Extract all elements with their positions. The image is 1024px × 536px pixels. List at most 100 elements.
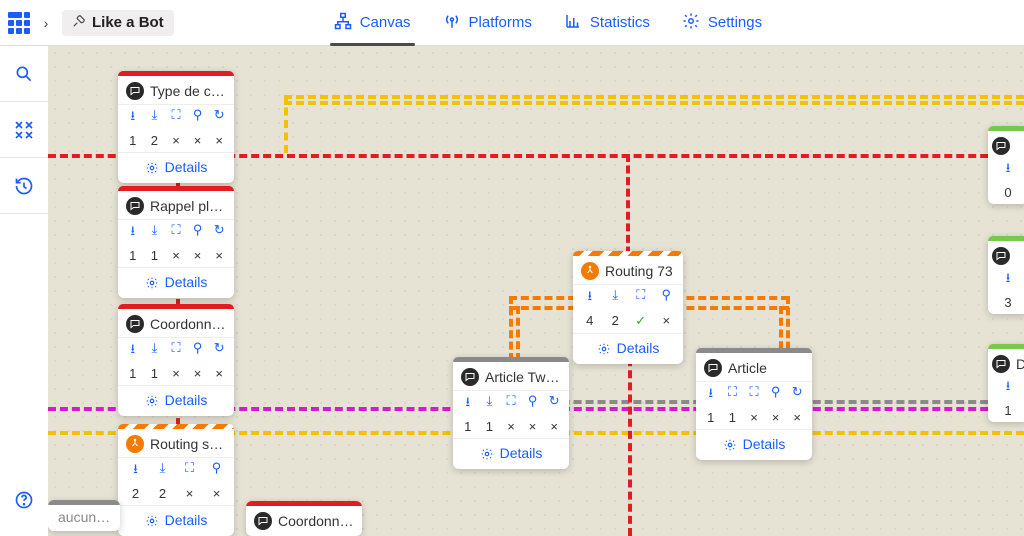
node-coordonnees-2[interactable]: Coordonnées… — [246, 501, 362, 536]
val: × — [743, 410, 765, 425]
tools-icon — [72, 14, 86, 32]
gear-icon — [145, 159, 159, 175]
download-icon: ⭳ — [122, 107, 144, 129]
download-icon: ⭳ — [992, 159, 1024, 181]
val: 1 — [144, 366, 166, 381]
wire — [284, 95, 1024, 99]
node-titlebar — [988, 241, 1024, 267]
val: × — [165, 248, 187, 263]
expand-icon: ⛶ — [500, 393, 522, 415]
node-value-row: 1 — [988, 401, 1024, 422]
rail-history-button[interactable] — [0, 158, 48, 214]
node-details-button[interactable]: Details — [696, 430, 812, 460]
link-icon: ⚲ — [187, 107, 209, 129]
download-icon: ⭳ — [700, 384, 722, 406]
anchor-icon: ⤓ — [479, 393, 501, 415]
node-stripe — [48, 500, 120, 505]
header: › Like a Bot Canvas Platforms Statistics… — [0, 0, 1024, 46]
node-details-button[interactable]: Details — [573, 334, 683, 364]
node-value-row: 0 — [988, 183, 1024, 204]
val: 1 — [457, 419, 479, 434]
val: × — [203, 486, 230, 501]
anchor-icon: ⤓ — [149, 460, 176, 482]
node-details-button[interactable]: Details — [118, 268, 234, 298]
val: 3 — [992, 295, 1024, 310]
node-value-row: 1 1 × × × — [696, 408, 812, 429]
node-title: Coordonnée … — [150, 316, 226, 332]
node-article-twitter[interactable]: Article Twitter ⭳⤓⛶⚲↻ 1 1 × × × Details — [453, 357, 569, 469]
node-icon-row: ⭳⤓⛶⚲↻ — [118, 220, 234, 246]
gear-icon — [145, 512, 159, 528]
node-routing-saisi[interactable]: Routing saisi… ⭳⤓⛶⚲ 2 2 × × Details — [118, 424, 234, 536]
node-value-row: 1 1 × × × — [453, 417, 569, 438]
canvas[interactable]: Type de cont… ⭳ ⤓ ⛶ ⚲ ↻ 1 2 × × × Detail… — [48, 46, 1024, 536]
tab-platforms[interactable]: Platforms — [443, 0, 532, 46]
node-value-row: 1 1 × × × — [118, 364, 234, 385]
val: 2 — [144, 133, 166, 148]
val: × — [165, 366, 187, 381]
wire — [626, 154, 630, 266]
node-titlebar: Rappel plus t… — [118, 191, 234, 219]
refresh-icon: ↻ — [786, 384, 808, 406]
node-icon-row: ⭳⤓⛶⚲ — [118, 458, 234, 484]
node-details-button[interactable]: Details — [118, 153, 234, 183]
tab-canvas[interactable]: Canvas — [334, 0, 411, 46]
sitemap-icon — [334, 12, 352, 34]
node-edge-1[interactable]: ⭳ 0 — [988, 126, 1024, 204]
message-icon — [126, 82, 144, 100]
tab-settings[interactable]: Settings — [682, 0, 762, 46]
app-logo[interactable] — [8, 12, 30, 34]
node-value-row: 3 — [988, 293, 1024, 314]
gear-icon — [723, 436, 737, 452]
header-left: › Like a Bot — [8, 10, 174, 36]
tab-label: Platforms — [469, 14, 532, 31]
node-titlebar: D — [988, 349, 1024, 375]
rail-search-button[interactable] — [0, 46, 48, 102]
node-title: Article Twitter — [485, 369, 561, 385]
wire — [284, 101, 1024, 105]
message-icon — [992, 247, 1010, 265]
node-rappel-plus-tard[interactable]: Rappel plus t… ⭳⤓⛶⚲↻ 1 1 × × × Details — [118, 186, 234, 298]
node-details-button[interactable]: Details — [118, 506, 234, 536]
node-titlebar: Coordonnées… — [246, 506, 362, 534]
antenna-icon — [443, 12, 461, 34]
val: × — [187, 248, 209, 263]
val: × — [522, 419, 544, 434]
details-label: Details — [743, 436, 786, 452]
node-coordonnee[interactable]: Coordonnée … ⭳⤓⛶⚲↻ 1 1 × × × Details — [118, 304, 234, 416]
message-icon — [992, 137, 1010, 155]
node-icon-row: ⭳ — [988, 375, 1024, 401]
node-title: Routing 73 — [605, 263, 673, 279]
node-details-button[interactable]: Details — [118, 386, 234, 416]
val: 1 — [992, 403, 1024, 418]
rail-help-button[interactable] — [0, 472, 48, 528]
fragment-node[interactable]: aucun… — [48, 500, 120, 531]
node-details-button[interactable]: Details — [453, 439, 569, 469]
node-edge-2[interactable]: ⭳ 3 — [988, 236, 1024, 314]
node-titlebar — [988, 131, 1024, 157]
refresh-icon: ↻ — [208, 340, 230, 362]
gear-icon — [145, 392, 159, 408]
node-article[interactable]: Article ⭳⛶⛶⚲↻ 1 1 × × × Details — [696, 348, 812, 460]
node-routing-73[interactable]: Routing 73 ⭳⤓⛶⚲ 4 2 ✓ × Details — [573, 251, 683, 364]
download-icon: ⭳ — [122, 222, 144, 244]
download-icon: ⭳ — [577, 287, 603, 309]
rail-collapse-button[interactable] — [0, 102, 48, 158]
gear-icon — [597, 340, 611, 356]
gear-icon — [145, 274, 159, 290]
val: ✓ — [628, 313, 654, 329]
bot-chip[interactable]: Like a Bot — [62, 10, 174, 36]
node-titlebar: Routing 73 — [573, 256, 683, 284]
wire — [509, 296, 513, 361]
val: 4 — [577, 313, 603, 329]
node-titlebar: Article — [696, 353, 812, 381]
tab-statistics[interactable]: Statistics — [564, 0, 650, 46]
tab-label: Canvas — [360, 14, 411, 31]
refresh-icon: ↻ — [208, 222, 230, 244]
chart-icon — [564, 12, 582, 34]
fragment-text: aucun… — [58, 509, 110, 525]
message-icon — [126, 197, 144, 215]
val: × — [208, 133, 230, 148]
node-edge-3[interactable]: D ⭳ 1 — [988, 344, 1024, 422]
node-type-de-contenu[interactable]: Type de cont… ⭳ ⤓ ⛶ ⚲ ↻ 1 2 × × × Detail… — [118, 71, 234, 183]
